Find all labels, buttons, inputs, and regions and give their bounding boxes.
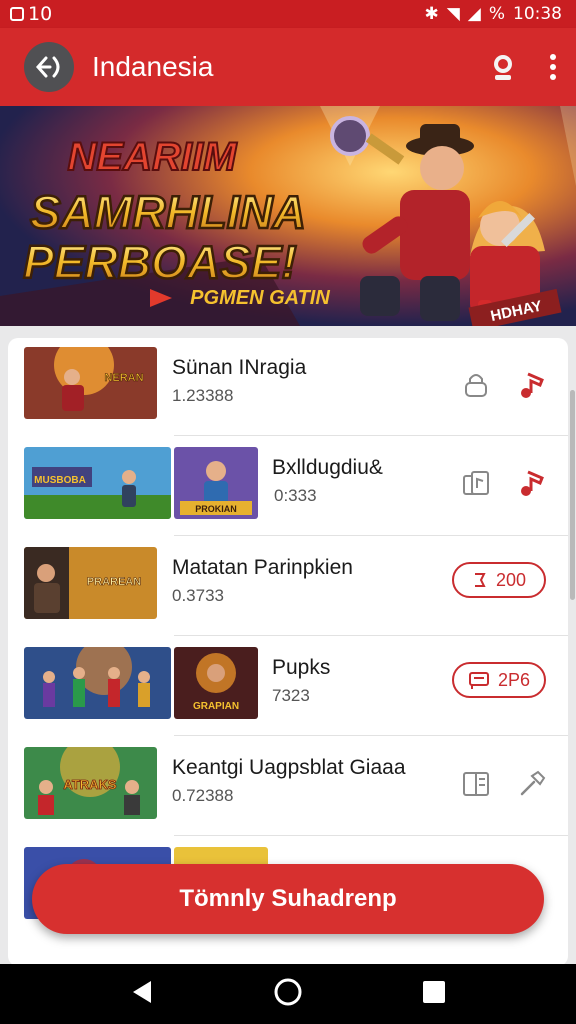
status-bar: 10 ✱ ◥ ◢ % 10:38 xyxy=(0,0,576,28)
price-label: 2P6 xyxy=(497,669,531,690)
promo-banner[interactable]: NEARIIM SAMRHLINA PERBOASE! PGMEN GATIN … xyxy=(0,106,576,326)
triangle-back-icon xyxy=(133,980,151,1003)
game-thumbnail xyxy=(24,647,171,719)
list-item[interactable]: NERAN Sünan INragia 1.23388 xyxy=(8,338,568,436)
game-thumbnail: MUSBOBA xyxy=(24,447,171,519)
banner-tagline: PGMEN GATIN xyxy=(190,287,330,309)
scrollbar[interactable] xyxy=(570,390,575,600)
game-subtitle: 0.3733 xyxy=(172,586,224,605)
library-button[interactable] xyxy=(458,464,494,500)
game-thumbnail: ATRAKS xyxy=(24,747,157,819)
price-button[interactable]: 2P6 xyxy=(452,662,546,698)
music-note-icon xyxy=(521,372,544,398)
game-subtitle: 1.23388 xyxy=(172,386,234,405)
more-vert-icon xyxy=(550,54,556,80)
wifi-icon: ◥ xyxy=(446,4,460,24)
hammer-icon xyxy=(520,770,546,796)
banner-art: NEARIIM SAMRHLINA PERBOASE! PGMEN GATIN … xyxy=(0,106,576,326)
library-button[interactable] xyxy=(458,766,494,802)
notification-icon xyxy=(10,7,24,21)
game-thumbnail: PRAREAN xyxy=(24,547,157,619)
lock-button[interactable] xyxy=(458,366,494,402)
music-note-icon xyxy=(521,470,544,496)
list-item[interactable]: GRAPIAN Pupks 7323 2P6 xyxy=(8,638,568,736)
list-item[interactable]: MUSBOBA PROKIAN Bxlldugdiu& 0:333 xyxy=(8,438,568,536)
ticket-icon xyxy=(468,672,489,689)
signal-icon: ◢ xyxy=(467,4,481,24)
primary-action-button[interactable]: Tömnly Suhadrenp xyxy=(32,864,544,934)
price-button[interactable]: 200 xyxy=(452,562,546,598)
svg-text:NERAN: NERAN xyxy=(104,372,143,384)
back-button[interactable] xyxy=(24,42,74,92)
game-title: Sünan INragia xyxy=(172,356,307,379)
game-thumbnail-secondary: GRAPIAN xyxy=(174,647,258,719)
banner-line3: PERBOASE! xyxy=(23,236,296,288)
nav-back-button[interactable] xyxy=(129,979,155,1010)
nav-home-button[interactable] xyxy=(273,977,303,1012)
page-title: Indanesia xyxy=(92,51,214,82)
list-item[interactable]: ATRAKS Keantgi Uagpsblat Giaaa 0.72388 xyxy=(8,738,568,836)
game-title: Matatan Parinpkien xyxy=(172,556,353,579)
back-arrow-icon xyxy=(35,56,60,78)
svg-text:GRAPIAN: GRAPIAN xyxy=(193,701,239,712)
battery-icon: % xyxy=(488,4,505,24)
system-nav-bar xyxy=(0,964,576,1024)
price-label: 200 xyxy=(495,569,527,590)
music-button[interactable] xyxy=(514,366,550,402)
more-options-button[interactable] xyxy=(548,52,558,82)
svg-text:PROKIAN: PROKIAN xyxy=(195,504,237,514)
status-left-text: 10 xyxy=(28,3,53,25)
banner-line1: NEARIIM xyxy=(68,135,239,179)
game-subtitle: 7323 xyxy=(272,686,310,705)
lock-icon xyxy=(465,374,487,397)
music-button[interactable] xyxy=(514,464,550,500)
account-icon xyxy=(494,55,512,80)
svg-text:MUSBOBA: MUSBOBA xyxy=(34,475,86,486)
game-subtitle: 0.72388 xyxy=(172,786,234,805)
svg-text:ATRAKS: ATRAKS xyxy=(63,777,117,792)
app-bar: Indanesia xyxy=(0,28,576,106)
game-subtitle: 0:333 xyxy=(274,486,317,505)
game-title: Pupks xyxy=(272,656,331,679)
list-item[interactable]: PRAREAN Matatan Parinpkien 0.3733 200 xyxy=(8,538,568,636)
coin-icon xyxy=(474,573,486,587)
book-icon xyxy=(463,772,489,796)
banner-line2: SAMRHLINA xyxy=(30,186,306,238)
game-title: Bxlldugdiu& xyxy=(272,456,383,479)
game-thumbnail: NERAN xyxy=(24,347,157,419)
bluetooth-icon: ✱ xyxy=(424,4,439,24)
share-button[interactable] xyxy=(514,766,550,802)
circle-home-icon xyxy=(274,978,302,1005)
nav-recents-button[interactable] xyxy=(421,979,447,1010)
library-icon xyxy=(463,471,489,495)
svg-text:PRAREAN: PRAREAN xyxy=(87,576,141,588)
account-button[interactable] xyxy=(488,52,518,82)
clock: 10:38 xyxy=(513,4,562,24)
square-recents-icon xyxy=(423,980,445,1003)
game-thumbnail-secondary: PROKIAN xyxy=(174,447,258,519)
game-title: Keantgi Uagpsblat Giaaa xyxy=(172,756,406,779)
